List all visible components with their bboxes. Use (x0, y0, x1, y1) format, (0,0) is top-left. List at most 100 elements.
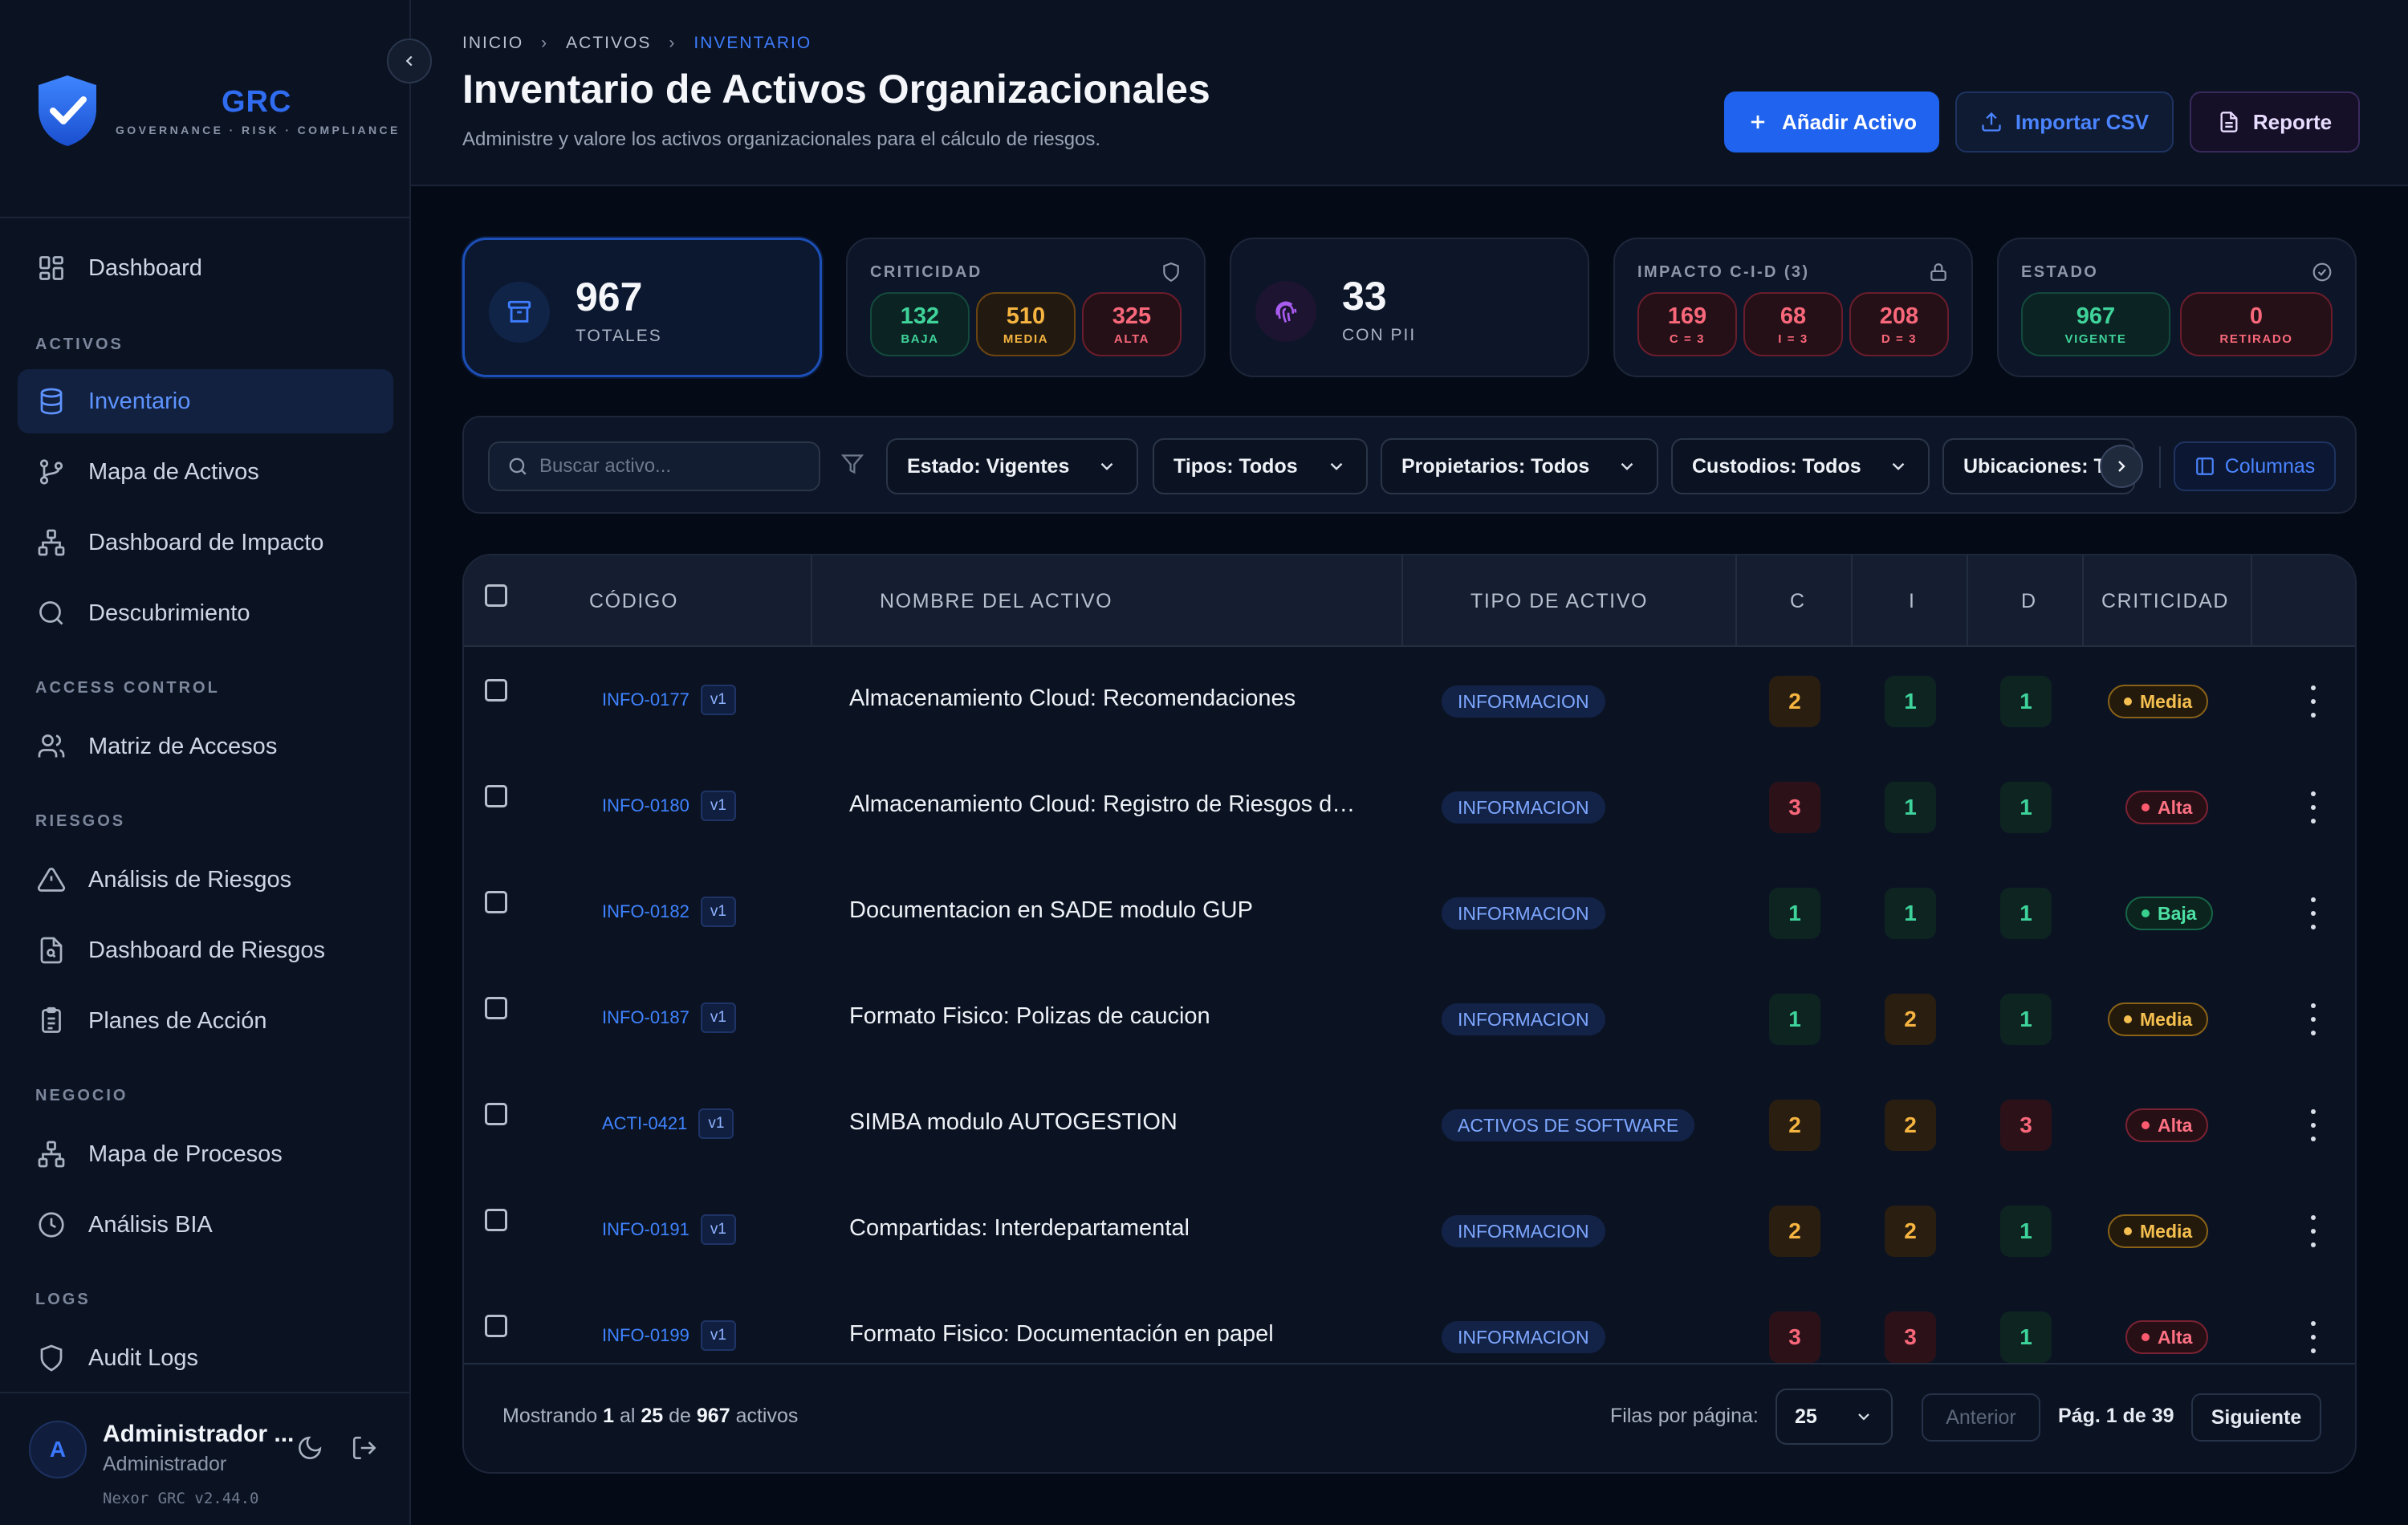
column-header-i[interactable]: I (1909, 555, 1916, 647)
stat-card-total[interactable]: 967 TOTALES (462, 238, 822, 377)
row-actions-kebab-icon[interactable] (2308, 685, 2318, 718)
impacto-c-value: 169 (1667, 303, 1707, 329)
asset-code[interactable]: INFO-0177 (602, 689, 689, 710)
stat-card-pii[interactable]: 33 CON PII (1230, 238, 1589, 377)
search-input[interactable] (539, 455, 812, 478)
collapse-sidebar-button[interactable] (387, 39, 432, 83)
asset-code-link[interactable]: INFO-0182 v1 (602, 896, 736, 928)
integrity-score: 3 (1885, 1312, 1936, 1363)
estado-filter-dropdown[interactable]: Estado: Vigentes (886, 438, 1138, 494)
sidebar-item-analisis-bia[interactable]: Análisis BIA (18, 1193, 393, 1257)
asset-code-link[interactable]: INFO-0199 v1 (602, 1320, 736, 1352)
column-header-c[interactable]: C (1790, 555, 1806, 647)
add-asset-button[interactable]: Añadir Activo (1724, 92, 1939, 152)
asset-code-link[interactable]: INFO-0191 v1 (602, 1214, 736, 1246)
scroll-filters-right-button[interactable] (2100, 445, 2143, 488)
asset-code[interactable]: INFO-0187 (602, 1007, 689, 1028)
table-row[interactable]: INFO-0191 v1 Compartidas: Interdepartame… (464, 1178, 2355, 1284)
asset-code[interactable]: ACTI-0421 (602, 1113, 687, 1134)
sidebar-item-mapa-activos[interactable]: Mapa de Activos (18, 440, 393, 504)
table-row[interactable]: INFO-0180 v1 Almacenamiento Cloud: Regis… (464, 754, 2355, 860)
impacto-c-label: C = 3 (1669, 331, 1706, 346)
estado-retirado-pill[interactable]: 0 RETIRADO (2180, 292, 2333, 356)
sidebar-item-dashboard-riesgos[interactable]: Dashboard de Riesgos (18, 918, 393, 982)
asset-name[interactable]: Compartidas: Interdepartamental (849, 1215, 1190, 1242)
logo-subtitle: GOVERNANCE · RISK · COMPLIANCE (116, 124, 401, 136)
table-row[interactable]: INFO-0182 v1 Documentacion en SADE modul… (464, 860, 2355, 966)
asset-code[interactable]: INFO-0199 (602, 1325, 689, 1346)
asset-name[interactable]: Almacenamiento Cloud: Recomendaciones (849, 685, 1296, 712)
rows-per-page-select[interactable]: 25 (1775, 1389, 1893, 1445)
columns-button[interactable]: Columnas (2174, 441, 2336, 491)
sidebar-item-analisis-riesgos[interactable]: Análisis de Riesgos (18, 848, 393, 912)
asset-name[interactable]: Documentacion en SADE modulo GUP (849, 897, 1253, 924)
select-all-checkbox[interactable] (485, 584, 507, 607)
criticidad-alta-value: 325 (1112, 303, 1152, 329)
column-header-criticidad[interactable]: CRITICIDAD (2101, 555, 2229, 647)
row-actions-kebab-icon[interactable] (2308, 791, 2318, 824)
row-actions-kebab-icon[interactable] (2308, 1003, 2318, 1035)
table-row[interactable]: INFO-0177 v1 Almacenamiento Cloud: Recom… (464, 649, 2355, 754)
asset-code[interactable]: INFO-0191 (602, 1219, 689, 1240)
criticidad-alta-pill[interactable]: 325 ALTA (1082, 292, 1182, 356)
table-row[interactable]: INFO-0187 v1 Formato Fisico: Polizas de … (464, 966, 2355, 1072)
asset-code[interactable]: INFO-0182 (602, 901, 689, 922)
asset-name[interactable]: SIMBA modulo AUTOGESTION (849, 1109, 1178, 1136)
asset-name[interactable]: Formato Fisico: Polizas de caucion (849, 1003, 1210, 1030)
breadcrumb: INICIO › ACTIVOS › INVENTARIO (462, 34, 811, 53)
criticidad-baja-label: BAJA (901, 331, 939, 346)
estado-vigente-pill[interactable]: 967 VIGENTE (2021, 292, 2170, 356)
impacto-i-pill[interactable]: 68 I = 3 (1743, 292, 1843, 356)
theme-toggle-button[interactable] (291, 1429, 329, 1467)
search-box[interactable] (488, 441, 820, 491)
sidebar-item-inventario[interactable]: Inventario (18, 369, 393, 433)
row-checkbox[interactable] (485, 785, 507, 807)
asset-code[interactable]: INFO-0180 (602, 795, 689, 816)
report-button[interactable]: Reporte (2190, 92, 2360, 152)
previous-page-button[interactable]: Anterior (1922, 1393, 2040, 1442)
impacto-c-pill[interactable]: 169 C = 3 (1637, 292, 1737, 356)
asset-code-link[interactable]: ACTI-0421 v1 (602, 1108, 734, 1140)
row-checkbox[interactable] (485, 1103, 507, 1125)
criticidad-baja-pill[interactable]: 132 BAJA (870, 292, 970, 356)
breadcrumb-inicio[interactable]: INICIO (462, 34, 523, 53)
row-checkbox[interactable] (485, 1209, 507, 1231)
column-header-nombre[interactable]: NOMBRE DEL ACTIVO (880, 555, 1112, 647)
tipos-filter-dropdown[interactable]: Tipos: Todos (1153, 438, 1368, 494)
row-actions-kebab-icon[interactable] (2308, 1321, 2318, 1353)
row-actions-kebab-icon[interactable] (2308, 1215, 2318, 1247)
row-actions-kebab-icon[interactable] (2308, 1109, 2318, 1141)
propietarios-filter-dropdown[interactable]: Propietarios: Todos (1381, 438, 1658, 494)
row-checkbox[interactable] (485, 997, 507, 1019)
row-actions-kebab-icon[interactable] (2308, 897, 2318, 929)
sidebar-item-dashboard-impacto[interactable]: Dashboard de Impacto (18, 510, 393, 575)
row-checkbox[interactable] (485, 679, 507, 702)
sidebar-item-dashboard[interactable]: Dashboard (18, 236, 393, 300)
table-row[interactable]: ACTI-0421 v1 SIMBA modulo AUTOGESTION AC… (464, 1072, 2355, 1178)
column-header-codigo[interactable]: CÓDIGO (589, 555, 678, 647)
asset-code-link[interactable]: INFO-0180 v1 (602, 790, 736, 822)
asset-code-link[interactable]: INFO-0187 v1 (602, 1002, 736, 1034)
breadcrumb-activos[interactable]: ACTIVOS (566, 34, 651, 53)
import-csv-button[interactable]: Importar CSV (1955, 92, 2174, 152)
sidebar-item-audit-logs[interactable]: Audit Logs (18, 1326, 393, 1390)
asset-name[interactable]: Formato Fisico: Documentación en papel (849, 1321, 1274, 1348)
row-checkbox[interactable] (485, 1315, 507, 1337)
avatar[interactable]: A (29, 1421, 87, 1478)
custodios-filter-dropdown[interactable]: Custodios: Todos (1671, 438, 1930, 494)
column-header-d[interactable]: D (2021, 555, 2037, 647)
criticidad-label: Media (2140, 1008, 2193, 1030)
page-subtitle: Administre y valore los activos organiza… (462, 128, 1101, 150)
sidebar-item-mapa-procesos[interactable]: Mapa de Procesos (18, 1122, 393, 1186)
next-page-button[interactable]: Siguiente (2191, 1393, 2321, 1442)
logout-button[interactable] (345, 1429, 384, 1467)
asset-code-link[interactable]: INFO-0177 v1 (602, 684, 736, 716)
column-header-tipo[interactable]: TIPO DE ACTIVO (1470, 555, 1648, 647)
sidebar-item-matriz-accesos[interactable]: Matriz de Accesos (18, 714, 393, 779)
criticidad-media-pill[interactable]: 510 MEDIA (976, 292, 1076, 356)
asset-name[interactable]: Almacenamiento Cloud: Registro de Riesgo… (849, 791, 1363, 818)
impacto-d-pill[interactable]: 208 D = 3 (1849, 292, 1949, 356)
row-checkbox[interactable] (485, 891, 507, 913)
sidebar-item-planes-accion[interactable]: Planes de Acción (18, 989, 393, 1053)
sidebar-item-descubrimiento[interactable]: Descubrimiento (18, 581, 393, 645)
